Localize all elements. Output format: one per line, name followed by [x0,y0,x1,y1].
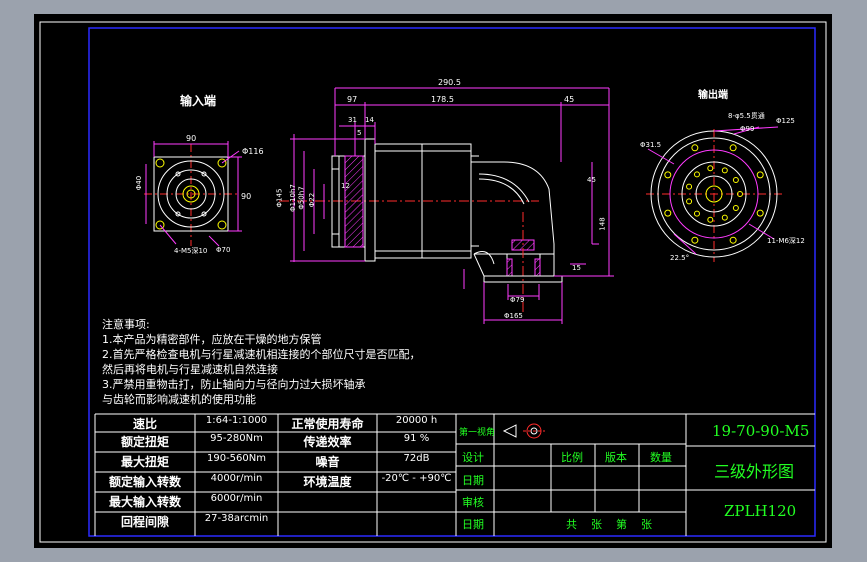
note-line: 与齿轮而影响减速机的使用功能 [102,393,256,406]
dim-label: 90 [186,134,197,143]
spec-value: 6000r/min [210,493,263,504]
note-line: 然后再将电机与行星减速机自然连接 [102,363,278,376]
dim-label: Φ40 [135,175,144,191]
output-threaded-hole [693,210,700,217]
spec-value: 95-280Nm [210,433,263,444]
spec-label: 额定输入转数 [108,475,181,489]
dim-label: Φ79 [510,296,525,304]
dim-label: 22.5° [670,254,690,262]
projection-label: 第一视角 [459,428,496,438]
dim-label: 90 [241,192,252,201]
output-through-hole [691,144,699,152]
output-end-view [646,126,782,262]
dim-label: Φ125 [776,117,795,125]
note-line: 1.本产品为精密部件，应放在干燥的地方保管 [102,333,322,346]
scale-label: 比例 [561,451,583,464]
note-line: 注意事项: [102,318,150,331]
spec-label: 额定扭矩 [120,435,169,449]
review-label: 审核 [462,496,484,509]
dim-label: 12 [341,182,350,190]
dim-label: Φ70 [216,246,231,254]
dim-label: Φ116 [242,147,264,156]
output-through-hole [664,171,672,179]
dim-label: 31 [348,116,357,124]
dim-label: 290.5 [438,78,461,87]
spec-value: 1:64-1:1000 [205,415,268,426]
design-label: 设计 [462,451,484,464]
output-through-hole [729,236,737,244]
input-mount-hole [217,220,227,230]
output-through-hole [664,209,672,217]
dim-label: Φ99 [740,125,755,133]
output-view-title: 输出端 [698,90,728,101]
spec-value: 27-38arcmin [204,513,269,524]
output-threaded-hole [693,171,700,178]
dim-label: 148 [598,217,607,231]
spec-label: 最大输入转数 [108,495,181,509]
input-mount-hole [155,158,165,168]
spec-value: 72dB [403,453,430,464]
output-threaded-hole [721,167,728,174]
input-end-view [144,141,242,247]
spec-label: 传递效率 [303,435,352,449]
spec-value: 91 % [403,433,430,444]
output-threaded-hole [707,165,714,172]
spec-value: 20000 h [395,415,438,426]
output-through-hole [756,171,764,179]
spec-value: -20℃ - +90℃ [381,473,452,484]
dim-label: Φ145 [275,188,284,208]
output-threaded-hole [686,198,693,205]
dim-label: 11-M6深12 [767,237,805,245]
dim-label: Φ22 [308,192,317,208]
output-threaded-hole [732,205,739,212]
spec-label: 最大扭矩 [120,455,169,469]
spec-label: 噪音 [315,455,340,469]
dim-label: Φ165 [504,312,523,320]
model-number: ZPLH120 [724,502,797,520]
dim-label: 45 [564,95,575,104]
date-label: 日期 [462,474,484,487]
dim-label: 97 [347,95,358,104]
spec-label: 速比 [132,417,157,431]
output-threaded-hole [686,183,693,190]
dim-label: Φ31.5 [640,141,662,149]
sheets-label: 共 张 第 张 [566,518,652,531]
date-label: 日期 [462,518,484,531]
output-through-hole [691,236,699,244]
spec-value: 190-560Nm [206,453,266,464]
dim-label: 178.5 [431,95,454,104]
side-view [279,87,614,324]
notes-block: 注意事项: 1.本产品为精密部件，应放在干燥的地方保管 2.首先严格检查电机与行… [102,317,421,407]
spec-label: 正常使用寿命 [291,417,364,431]
dim-label: 8-φ5.5贯通 [728,112,765,120]
drawing-number: 19-70-90-M5 [712,422,810,440]
dim-label: Φ50h7 [297,186,306,210]
dim-label: 15 [572,264,581,272]
dim-label: 5 [357,129,362,137]
dim-label: Φ110h7 [288,184,297,212]
output-threaded-hole [732,176,739,183]
input-view-title: 输入端 [180,94,217,108]
drawing-name: 三级外形图 [714,462,795,481]
spec-value: 4000r/min [210,473,263,484]
note-line: 2.首先严格检查电机与行星减速机相连接的个部位尺寸是否匹配， [102,348,421,361]
output-through-hole [756,209,764,217]
dim-label: 45 [587,176,596,184]
version-label: 版本 [605,451,627,464]
quantity-label: 数量 [650,451,672,464]
dim-label: 4-M5深10 [174,247,208,255]
spec-label: 回程间隙 [120,515,169,529]
note-line: 3.严禁用重物击打，防止轴向力与径向力过大损坏轴承 [102,378,366,391]
output-threaded-hole [707,216,714,223]
output-threaded-hole [721,214,728,221]
spec-label: 环境温度 [303,475,352,489]
output-through-hole [729,144,737,152]
dim-label: 14 [365,116,374,124]
drawing-sheet: 输入端 输出端 90 90 Φ116 Φ40 4-M5深10 Φ70 290.5… [34,14,832,548]
